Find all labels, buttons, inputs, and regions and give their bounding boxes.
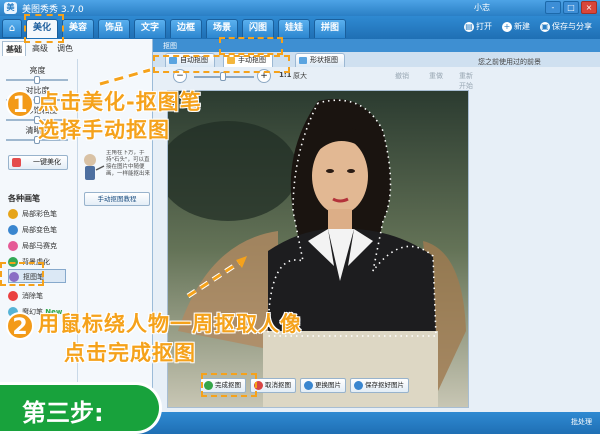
tab-frame[interactable]: 边框 [170,19,202,38]
eraser-icon [8,291,18,301]
new-button[interactable]: + 新建 [502,21,530,32]
restart-button[interactable]: 重新开始 [459,71,479,91]
tab-collage[interactable]: 拼图 [314,19,346,38]
brightness-slider[interactable] [6,76,68,84]
shape-cutout-icon [299,57,307,64]
tab-shape-cutout[interactable]: 形状抠图 [295,53,345,67]
batch-button[interactable]: 批处理 [571,417,592,427]
tool-color-brush[interactable]: 局部彩色笔 [8,207,57,221]
brush-icon [8,225,18,235]
tool-mosaic[interactable]: 局部马赛克 [8,239,57,253]
plus-icon: + [502,22,512,32]
tab-text[interactable]: 文字 [134,19,166,38]
portrait-photo [168,91,468,407]
slider-knob[interactable] [34,76,40,84]
manual-cutout-tutorial-button[interactable]: 手动抠图教程 [84,192,150,206]
open-button[interactable]: ▤ 打开 [464,21,492,32]
step-1-line-1: 点击美化-抠图笔 [38,90,202,115]
highlight-beautify-tab [24,14,64,43]
tab-beauty[interactable]: 美容 [62,19,94,38]
brush-icon [8,209,18,219]
user-menu[interactable]: 小志 [474,2,490,13]
step-1-badge: 1 [6,90,34,118]
main-tab-bar: ⌂ 美化 美容 饰品 文字 边框 场景 闪图 娃娃 拼图 ▤ 打开 + 新建 ▣ 保存… [0,16,600,39]
step-3-banner: 第三步: [0,382,162,434]
step-2-badge: 2 [6,312,34,340]
cutout-window: 抠图 自动抠图 手动抠图 形状抠图 − + 1:1 原大 撤销 重做 重新开始 [153,39,600,412]
undo-button[interactable]: 撤销 [395,71,409,81]
maximize-button[interactable]: □ [563,1,579,14]
original-size-button[interactable]: 原大 [293,71,307,81]
tool-recolor-brush[interactable]: 局部变色笔 [8,223,57,237]
tab-scene[interactable]: 场景 [206,19,238,38]
magic-icon [12,158,21,167]
title-bar: 美 美图秀秀 3.7.0 小志 - □ × [0,0,600,16]
tab-flash[interactable]: 闪图 [242,19,274,38]
help-note: 主角在下方，手持"石头"，可以直接在图片中随便画，一样能抠出来 [106,150,151,177]
slider-label: 亮度 [29,66,46,75]
app-logo-icon: 美 [4,2,17,14]
subtab-basic[interactable]: 基础 [2,41,26,56]
image-icon [304,381,313,390]
save-icon [354,381,363,390]
redo-button[interactable]: 重做 [429,71,443,81]
tools-title: 各种画笔 [8,194,40,203]
save-cutout-button[interactable]: 保存抠好图片 [350,378,409,393]
save-share-button[interactable]: ▣ 保存与分享 [540,21,592,32]
step-1-line-2: 选择手动抠图 [38,118,170,143]
subtab-advanced[interactable]: 高级 [28,41,52,56]
highlight-finish-button [201,373,257,397]
tool-eraser[interactable]: 消除笔 [8,289,43,303]
mosaic-icon [8,241,18,251]
one-key-beautify-button[interactable]: 一键美化 [8,155,68,170]
subtab-color[interactable]: 调色 [54,41,76,56]
save-icon: ▣ [540,22,550,32]
close-button[interactable]: × [581,1,597,14]
minimize-button[interactable]: - [545,1,561,14]
step-2-line-2: 点击完成抠图 [64,341,196,366]
recent-foregrounds: 您之前使用过的前景 [478,58,541,66]
tab-accessories[interactable]: 饰品 [98,19,130,38]
photo-canvas[interactable] [167,90,469,408]
highlight-manual-cutout-tab [219,37,283,55]
step-2-line-1: 用鼠标绕人物一周抠取人像 [38,312,302,337]
highlight-cutout-brush [0,262,44,286]
zoom-knob[interactable] [220,72,226,81]
change-image-button[interactable]: 更换图片 [300,378,346,393]
home-icon[interactable]: ⌂ [2,19,22,38]
folder-icon: ▤ [464,22,474,32]
highlight-zoom-controls [153,55,290,73]
tab-doll[interactable]: 娃娃 [278,19,310,38]
